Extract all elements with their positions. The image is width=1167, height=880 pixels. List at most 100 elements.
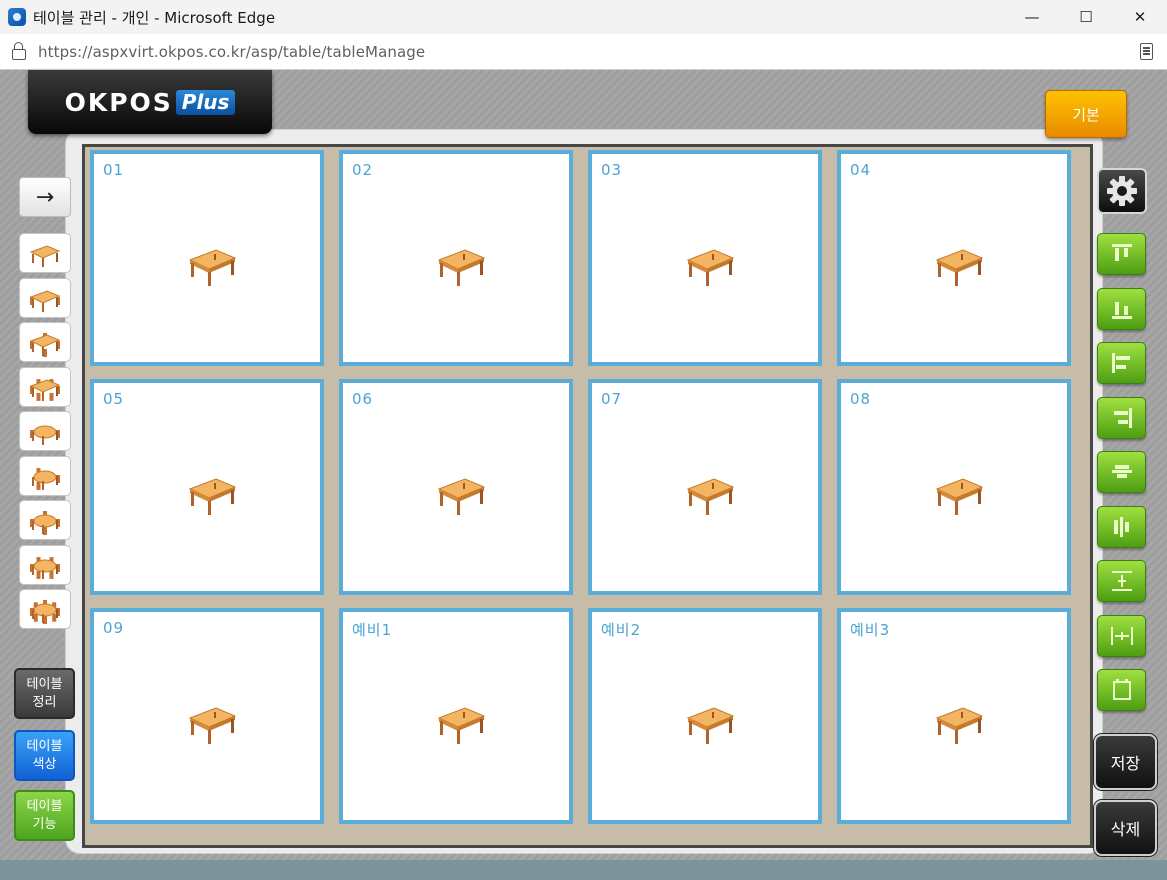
table-number-label: 예비1 — [352, 621, 393, 639]
table-card[interactable]: 09 — [90, 608, 324, 824]
minimize-button[interactable]: — — [1005, 0, 1059, 34]
table-card[interactable]: 01 — [90, 150, 324, 366]
title-bar: 테이블 관리 - 개인 - Microsoft Edge — ☐ ✕ — [0, 0, 1167, 35]
color-label-line1: 테이블 — [26, 738, 63, 754]
table-card[interactable]: 07 — [588, 379, 822, 595]
align-bottom-button[interactable] — [1097, 287, 1146, 330]
table-icon — [933, 242, 985, 290]
table-icon — [435, 471, 487, 519]
table-2-chairs-icon — [29, 289, 61, 312]
align-bottom-icon — [1111, 301, 1132, 319]
distribute-vertical-button[interactable] — [1097, 560, 1146, 602]
table-number-label: 예비3 — [850, 621, 891, 639]
table-icon — [435, 700, 487, 748]
distribute-vertical-icon — [1111, 571, 1132, 591]
table-color-button[interactable]: 테이블 색상 — [14, 730, 75, 781]
round-table-6-icon — [30, 556, 60, 579]
align-top-icon — [1111, 244, 1132, 261]
table-2-chairs-tool-button[interactable] — [19, 277, 71, 318]
table-number-label: 01 — [103, 161, 125, 179]
table-card[interactable]: 예비3 — [837, 608, 1071, 824]
table-card[interactable]: 06 — [339, 379, 573, 595]
align-center-horizontal-button[interactable] — [1097, 505, 1146, 548]
delete-button[interactable]: 삭제 — [1094, 800, 1157, 856]
align-top-button[interactable] — [1097, 233, 1146, 275]
round-table-8-icon — [30, 600, 60, 624]
round-table-3-icon — [32, 467, 60, 490]
table-card[interactable]: 예비1 — [339, 608, 573, 824]
table-icon — [186, 700, 238, 748]
lock-icon[interactable] — [12, 42, 26, 60]
table-4-chairs-tool-button[interactable] — [19, 322, 71, 362]
table-card[interactable]: 예비2 — [588, 608, 822, 824]
table-icon — [684, 700, 736, 748]
url-text[interactable]: https://aspxvirt.okpos.co.kr/asp/table/t… — [38, 43, 425, 61]
round-table-2-tool-button[interactable] — [19, 411, 71, 451]
app-bottom-strip — [0, 860, 1167, 880]
table-icon — [435, 242, 487, 290]
function-label-line2: 기능 — [32, 816, 57, 832]
align-left-icon — [1111, 353, 1130, 373]
table-card[interactable]: 04 — [837, 150, 1071, 366]
arrange-tables-button[interactable]: 테이블 정리 — [14, 668, 75, 719]
toggle-arrow-button[interactable]: → — [19, 177, 71, 217]
table-card[interactable]: 03 — [588, 150, 822, 366]
basic-button[interactable]: 기본 — [1045, 90, 1127, 138]
table-number-label: 03 — [601, 161, 623, 179]
round-table-8-tool-button[interactable] — [19, 589, 71, 629]
table-number-label: 09 — [103, 619, 125, 637]
table-icon — [933, 471, 985, 519]
save-button[interactable]: 저장 — [1094, 734, 1157, 790]
table-function-button[interactable]: 테이블 기능 — [14, 790, 75, 841]
table-icon — [933, 700, 985, 748]
table-card[interactable]: 02 — [339, 150, 573, 366]
align-left-button[interactable] — [1097, 342, 1146, 384]
gear-icon — [1107, 176, 1137, 206]
table-card[interactable]: 05 — [90, 379, 324, 595]
table-card[interactable]: 08 — [837, 379, 1071, 595]
table-6-chairs-tool-button[interactable] — [19, 366, 71, 407]
arrange-label-line1: 테이블 — [26, 676, 63, 692]
table-icon — [684, 242, 736, 290]
table-number-label: 05 — [103, 390, 125, 408]
table-icon — [186, 471, 238, 519]
distribute-horizontal-button[interactable] — [1097, 614, 1146, 657]
round-table-3-tool-button[interactable] — [19, 455, 71, 496]
window-title: 테이블 관리 - 개인 - Microsoft Edge — [33, 8, 276, 27]
okpos-logo: OKPOS Plus — [28, 70, 272, 134]
logo-plus-text: Plus — [175, 89, 236, 115]
arrange-label-line2: 정리 — [32, 694, 57, 710]
align-center-horizontal-icon — [1113, 516, 1129, 537]
table-number-label: 07 — [601, 390, 623, 408]
round-table-4-icon — [30, 511, 60, 535]
color-label-line2: 색상 — [32, 756, 57, 772]
table-number-label: 06 — [352, 390, 374, 408]
align-right-icon — [1113, 407, 1132, 428]
reader-view-icon[interactable] — [1140, 43, 1153, 60]
round-table-6-tool-button[interactable] — [19, 544, 71, 585]
table-manager-app: OKPOS Plus 기본 01 02 03 04 05 06 07 08 09… — [0, 70, 1167, 860]
table-1-icon — [29, 245, 61, 267]
edge-app-icon — [8, 8, 26, 26]
align-center-vertical-button[interactable] — [1097, 451, 1146, 493]
table-icon — [684, 471, 736, 519]
settings-button[interactable] — [1097, 168, 1147, 214]
table-1-tool-button[interactable] — [19, 233, 71, 273]
round-table-4-tool-button[interactable] — [19, 500, 71, 540]
same-size-button[interactable] — [1097, 669, 1146, 711]
table-number-label: 04 — [850, 161, 872, 179]
maximize-button[interactable]: ☐ — [1059, 0, 1113, 34]
round-table-2-icon — [30, 425, 60, 445]
same-size-icon — [1112, 679, 1131, 700]
table-floor: 01 02 03 04 05 06 07 08 09 예비1 예비2 예비3 — [82, 144, 1093, 848]
table-4-chairs-icon — [29, 333, 61, 357]
close-button[interactable]: ✕ — [1113, 0, 1167, 34]
distribute-horizontal-icon — [1110, 626, 1133, 645]
address-bar: https://aspxvirt.okpos.co.kr/asp/table/t… — [0, 34, 1167, 70]
window-controls: — ☐ ✕ — [1005, 0, 1167, 34]
table-icon — [186, 242, 238, 290]
table-number-label: 08 — [850, 390, 872, 408]
align-right-button[interactable] — [1097, 396, 1146, 439]
table-6-chairs-icon — [29, 378, 61, 401]
function-label-line1: 테이블 — [26, 798, 63, 814]
